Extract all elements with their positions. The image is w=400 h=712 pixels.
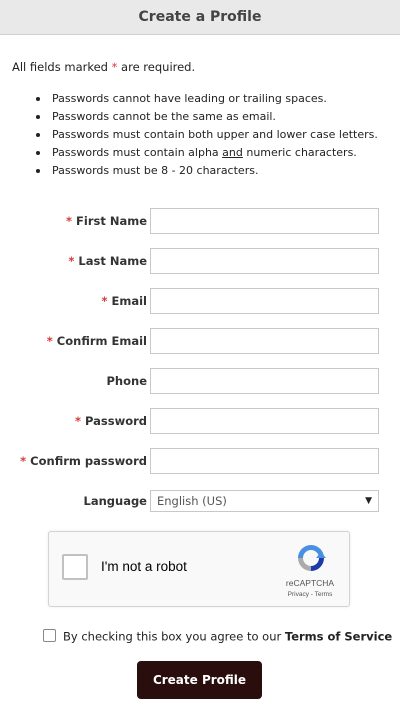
- recaptcha-brand: reCAPTCHA: [285, 578, 335, 588]
- phone-input[interactable]: [150, 368, 379, 394]
- phone-label: Phone: [106, 374, 147, 388]
- language-row: Language English (US) ▼: [0, 490, 400, 516]
- email-row: * Email: [0, 288, 400, 314]
- recaptcha-label: I'm not a robot: [101, 559, 187, 574]
- password-input[interactable]: [150, 408, 379, 434]
- email-label: * Email: [101, 294, 147, 308]
- first-name-row: * First Name: [0, 208, 400, 234]
- phone-row: Phone: [0, 368, 400, 394]
- recaptcha-checkbox[interactable]: [62, 554, 88, 580]
- password-rule: Passwords cannot have leading or trailin…: [36, 90, 378, 108]
- password-rules-list: Passwords cannot have leading or trailin…: [36, 90, 378, 180]
- page-header: Create a Profile: [0, 0, 400, 35]
- language-select[interactable]: English (US) ▼: [150, 490, 379, 512]
- password-rule: Passwords must contain alpha and numeric…: [36, 144, 378, 162]
- page-title: Create a Profile: [138, 9, 262, 25]
- recaptcha-widget: I'm not a robot reCAPTCHA Privacy - Term…: [48, 531, 350, 607]
- create-profile-button[interactable]: Create Profile: [137, 661, 262, 699]
- language-label: Language: [83, 494, 148, 508]
- terms-checkbox[interactable]: [43, 629, 56, 642]
- confirm-email-input[interactable]: [150, 328, 379, 354]
- required-note: All fields marked * are required.: [12, 60, 196, 74]
- first-name-label: * First Name: [65, 214, 147, 228]
- first-name-input[interactable]: [150, 208, 379, 234]
- password-rule: Passwords must be 8 - 20 characters.: [36, 162, 378, 180]
- terms-text: By checking this box you agree to our: [63, 629, 285, 644]
- confirm-email-label: * Confirm Email: [46, 334, 147, 348]
- email-input[interactable]: [150, 288, 379, 314]
- recaptcha-logo-icon: [298, 545, 326, 571]
- confirm-password-input[interactable]: [150, 448, 379, 474]
- recaptcha-privacy-terms-link[interactable]: Privacy - Terms: [277, 591, 343, 598]
- last-name-row: * Last Name: [0, 248, 400, 274]
- password-rule: Passwords cannot be the same as email.: [36, 108, 378, 126]
- password-label: * Password: [74, 414, 147, 428]
- last-name-input[interactable]: [150, 248, 379, 274]
- terms-of-service-link[interactable]: Terms of Service: [285, 630, 392, 644]
- language-selected-value: English (US): [157, 494, 227, 508]
- confirm-email-row: * Confirm Email: [0, 328, 400, 354]
- password-row: * Password: [0, 408, 400, 434]
- password-rule: Passwords must contain both upper and lo…: [36, 126, 378, 144]
- last-name-label: * Last Name: [68, 254, 147, 268]
- confirm-password-label: * Confirm password: [20, 454, 147, 468]
- dropdown-arrow-icon: ▼: [365, 496, 372, 506]
- confirm-password-row: * Confirm password: [0, 448, 400, 474]
- terms-row: By checking this box you agree to our Te…: [43, 629, 392, 647]
